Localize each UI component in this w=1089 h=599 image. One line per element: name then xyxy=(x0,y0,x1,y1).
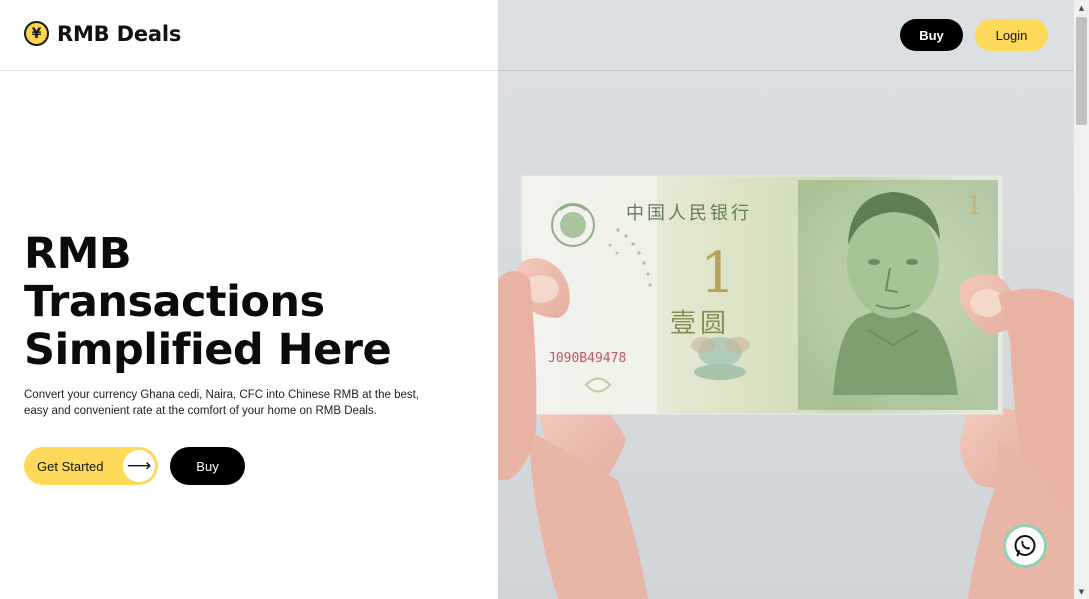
banknote-denomination: 1 xyxy=(700,241,736,306)
yuan-logo-icon: ¥ xyxy=(24,21,49,46)
hero-image-panel: 中国人民银行 1 壹圆 J090B49478 1 xyxy=(498,0,1074,599)
hero-title-line-2: Transactions xyxy=(24,277,325,327)
get-started-button[interactable]: Get Started ⟶ xyxy=(24,447,158,485)
hero-left-panel: ¥ RMB Deals RMB Transactions Simplified … xyxy=(0,0,498,599)
header-divider xyxy=(0,70,1074,71)
page: ¥ RMB Deals RMB Transactions Simplified … xyxy=(0,0,1089,599)
banknote: 中国人民银行 1 壹圆 J090B49478 1 xyxy=(521,175,1003,415)
vertical-scrollbar[interactable]: ▲ ▼ xyxy=(1074,0,1089,599)
hero-buy-button[interactable]: Buy xyxy=(170,447,245,485)
hero-title-line-3: Simplified Here xyxy=(24,325,392,375)
banknote-photo: 中国人民银行 1 壹圆 J090B49478 1 xyxy=(498,0,1074,599)
banknote-serial: J090B49478 xyxy=(548,351,626,366)
hero-title: RMB Transactions Simplified Here xyxy=(24,230,484,374)
brand[interactable]: ¥ RMB Deals xyxy=(24,21,181,46)
scroll-up-arrow-icon[interactable]: ▲ xyxy=(1074,0,1089,15)
brand-name: RMB Deals xyxy=(57,21,182,46)
nav-login-button[interactable]: Login xyxy=(975,19,1048,51)
nav-buy-button[interactable]: Buy xyxy=(900,19,963,51)
arrow-right-icon: ⟶ xyxy=(123,450,155,482)
hero-description: Convert your currency Ghana cedi, Naira,… xyxy=(24,389,420,417)
banknote-issuer: 中国人民银行 xyxy=(626,203,752,224)
svg-text:1: 1 xyxy=(966,191,983,221)
get-started-label: Get Started xyxy=(37,458,104,474)
whatsapp-button[interactable] xyxy=(1003,524,1047,568)
whatsapp-icon xyxy=(1014,535,1036,557)
banknote-denomination-text: 壹圆 xyxy=(670,309,730,339)
hero-title-line-1: RMB xyxy=(24,229,132,279)
scroll-down-arrow-icon[interactable]: ▼ xyxy=(1074,584,1089,599)
scroll-thumb[interactable] xyxy=(1076,17,1087,125)
